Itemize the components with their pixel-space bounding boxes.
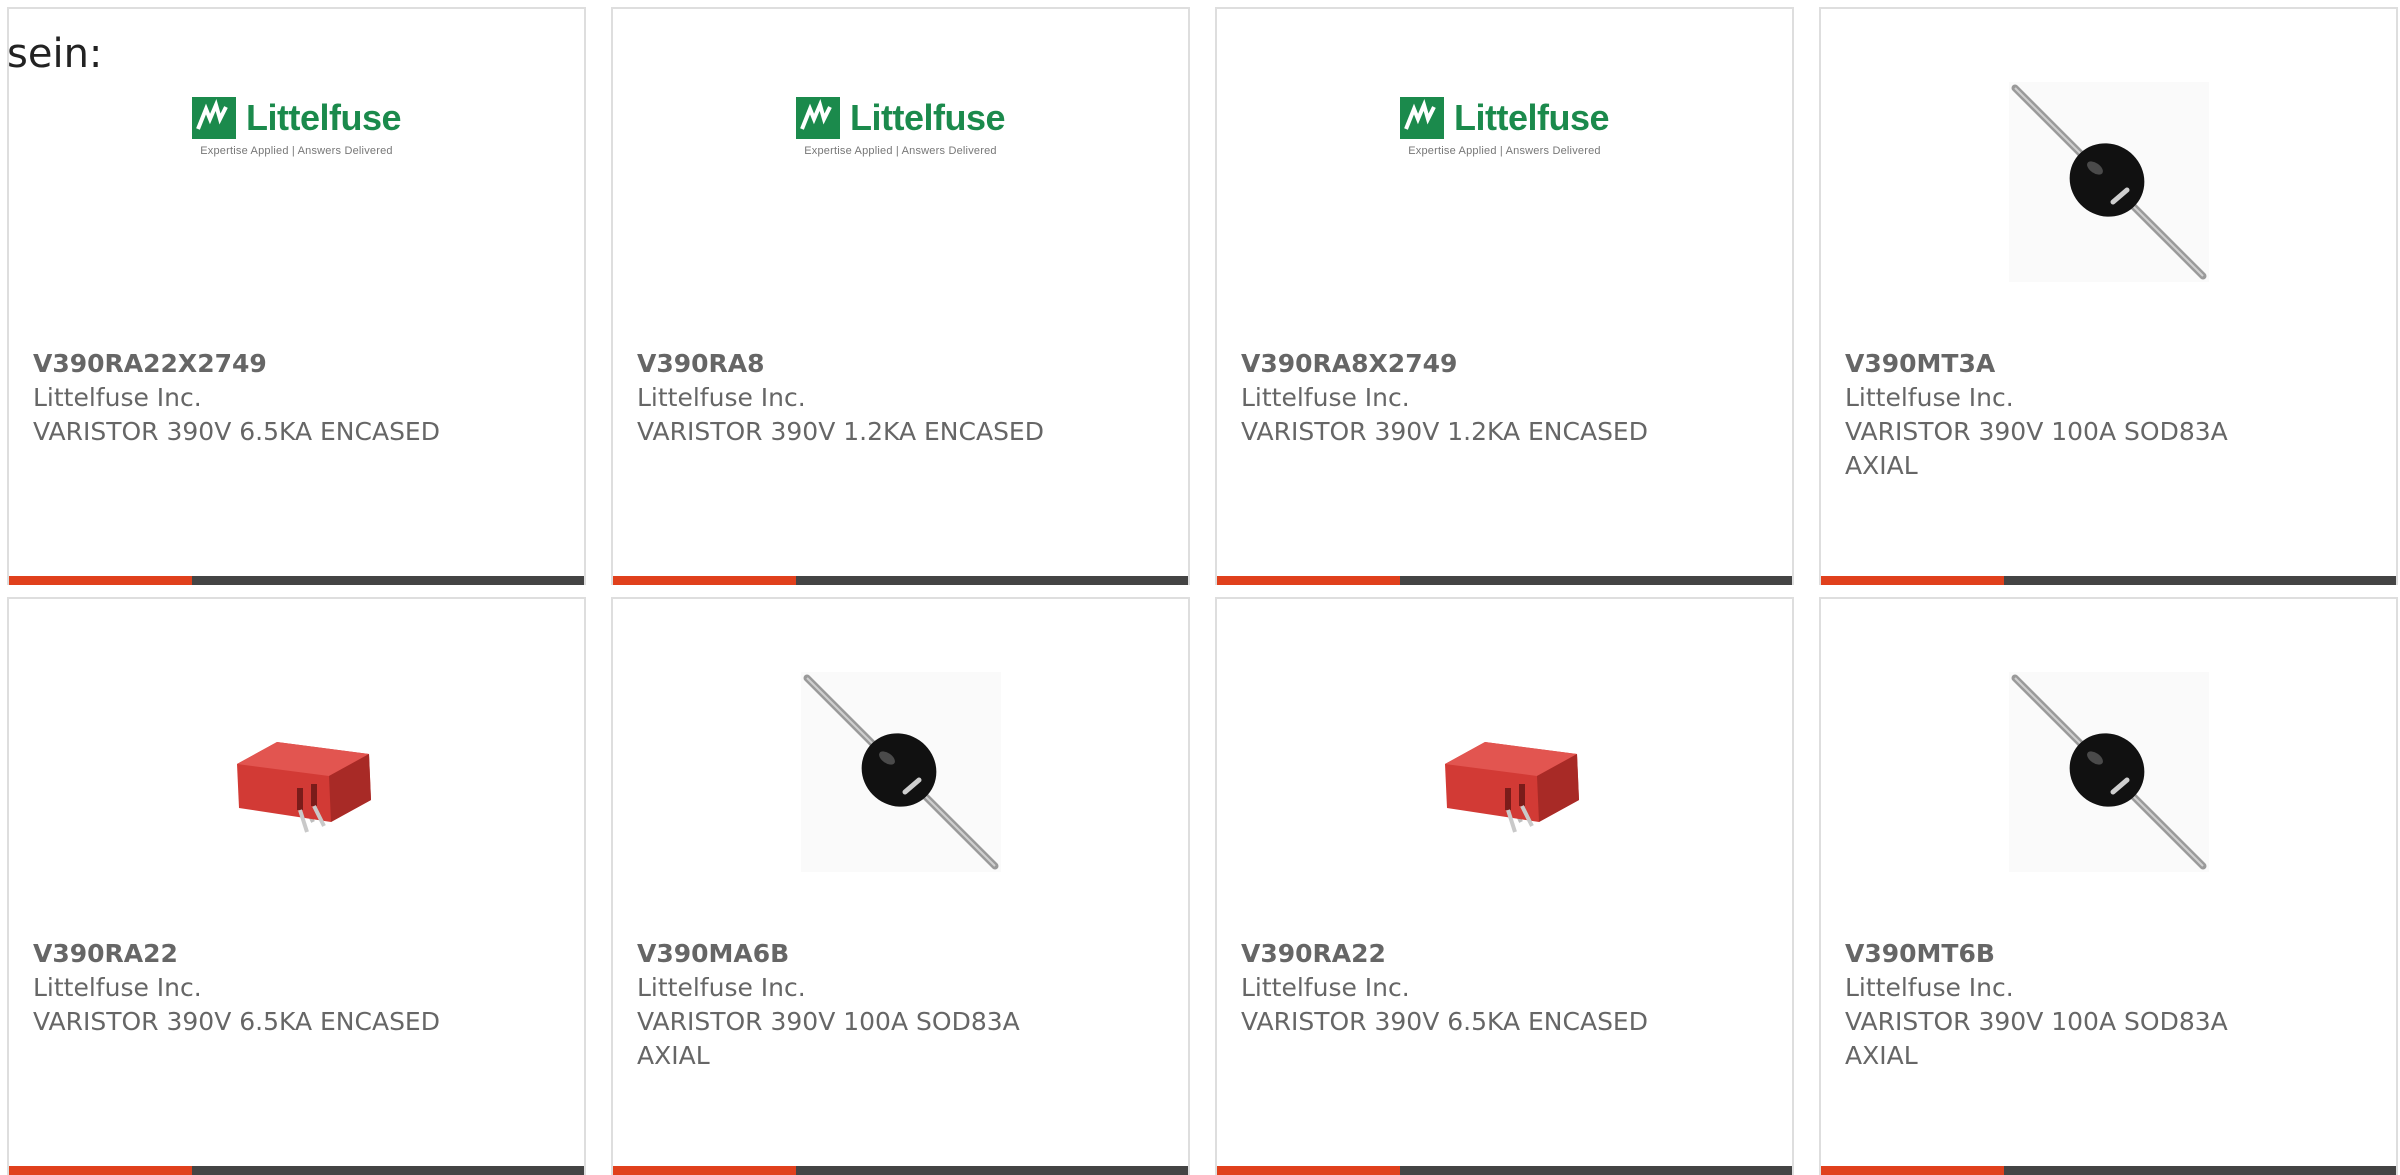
encased-varistor-icon bbox=[236, 741, 371, 833]
manufacturer: Littelfuse Inc. bbox=[1241, 383, 1410, 412]
description: VARISTOR 390V 6.5KA ENCASED bbox=[33, 417, 440, 446]
manufacturer: Littelfuse Inc. bbox=[637, 383, 806, 412]
encased-varistor-photo bbox=[196, 671, 397, 872]
product-card[interactable]: V390RA22 Littelfuse Inc. VARISTOR 390V 6… bbox=[1215, 597, 1794, 1175]
product-image[interactable] bbox=[1821, 669, 2396, 874]
littelfuse-mark-icon bbox=[191, 96, 236, 139]
logo-wordmark: Littelfuse bbox=[1453, 96, 1610, 138]
product-grid: Littelfuse Expertise Applied | Answers D… bbox=[7, 7, 2400, 1175]
part-number[interactable]: V390MA6B bbox=[637, 937, 1164, 971]
product-card[interactable]: Littelfuse Expertise Applied | Answers D… bbox=[1215, 7, 1794, 585]
littelfuse-mark-icon bbox=[1399, 96, 1444, 139]
description: VARISTOR 390V 100A SOD83A AXIAL bbox=[637, 1007, 1020, 1070]
product-card[interactable]: V390MT3A Littelfuse Inc. VARISTOR 390V 1… bbox=[1819, 7, 2398, 585]
axial-varistor-photo bbox=[2008, 81, 2209, 282]
product-card[interactable]: V390MA6B Littelfuse Inc. VARISTOR 390V 1… bbox=[611, 597, 1190, 1175]
card-accent-bar bbox=[9, 576, 584, 585]
part-number[interactable]: V390RA8 bbox=[637, 347, 1164, 381]
littelfuse-logo: Littelfuse Expertise Applied | Answers D… bbox=[795, 96, 1006, 157]
manufacturer: Littelfuse Inc. bbox=[33, 383, 202, 412]
description: VARISTOR 390V 100A SOD83A AXIAL bbox=[1845, 417, 2228, 480]
axial-varistor-icon bbox=[2011, 84, 2206, 279]
description: VARISTOR 390V 6.5KA ENCASED bbox=[33, 1007, 440, 1036]
axial-varistor-photo bbox=[800, 671, 1001, 872]
card-accent-bar bbox=[613, 1166, 1188, 1175]
littelfuse-logo: Littelfuse Expertise Applied | Answers D… bbox=[1399, 96, 1610, 157]
manufacturer: Littelfuse Inc. bbox=[1845, 973, 2014, 1002]
product-image[interactable] bbox=[9, 669, 584, 874]
manufacturer: Littelfuse Inc. bbox=[33, 973, 202, 1002]
description: VARISTOR 390V 1.2KA ENCASED bbox=[637, 417, 1044, 446]
littelfuse-logo: Littelfuse Expertise Applied | Answers D… bbox=[191, 96, 402, 157]
product-card[interactable]: Littelfuse Expertise Applied | Answers D… bbox=[7, 7, 586, 585]
axial-varistor-icon bbox=[2011, 674, 2206, 869]
manufacturer: Littelfuse Inc. bbox=[637, 973, 806, 1002]
part-number[interactable]: V390RA8X2749 bbox=[1241, 347, 1768, 381]
part-number[interactable]: V390RA22X2749 bbox=[33, 347, 560, 381]
product-image[interactable] bbox=[1217, 669, 1792, 874]
logo-wordmark: Littelfuse bbox=[849, 96, 1006, 138]
product-image[interactable] bbox=[613, 669, 1188, 874]
product-card[interactable]: Littelfuse Expertise Applied | Answers D… bbox=[611, 7, 1190, 585]
logo-tagline: Expertise Applied | Answers Delivered bbox=[804, 144, 997, 157]
product-image[interactable]: Littelfuse Expertise Applied | Answers D… bbox=[9, 69, 584, 274]
part-number[interactable]: V390RA22 bbox=[33, 937, 560, 971]
axial-varistor-icon bbox=[803, 674, 998, 869]
card-accent-bar bbox=[1217, 1166, 1792, 1175]
card-accent-bar bbox=[1821, 1166, 2396, 1175]
card-accent-bar bbox=[9, 1166, 584, 1175]
card-accent-bar bbox=[1217, 576, 1792, 585]
encased-varistor-photo bbox=[1404, 671, 1605, 872]
manufacturer: Littelfuse Inc. bbox=[1241, 973, 1410, 1002]
description: VARISTOR 390V 6.5KA ENCASED bbox=[1241, 1007, 1648, 1036]
manufacturer: Littelfuse Inc. bbox=[1845, 383, 2014, 412]
description: VARISTOR 390V 100A SOD83A AXIAL bbox=[1845, 1007, 2228, 1070]
description: VARISTOR 390V 1.2KA ENCASED bbox=[1241, 417, 1648, 446]
product-image[interactable]: Littelfuse Expertise Applied | Answers D… bbox=[613, 69, 1188, 274]
part-number[interactable]: V390MT3A bbox=[1845, 347, 2372, 381]
part-number[interactable]: V390RA22 bbox=[1241, 937, 1768, 971]
logo-tagline: Expertise Applied | Answers Delivered bbox=[200, 144, 393, 157]
part-number[interactable]: V390MT6B bbox=[1845, 937, 2372, 971]
product-image[interactable] bbox=[1821, 79, 2396, 284]
axial-varistor-photo bbox=[2008, 671, 2209, 872]
product-card[interactable]: V390RA22 Littelfuse Inc. VARISTOR 390V 6… bbox=[7, 597, 586, 1175]
logo-tagline: Expertise Applied | Answers Delivered bbox=[1408, 144, 1601, 157]
product-card[interactable]: V390MT6B Littelfuse Inc. VARISTOR 390V 1… bbox=[1819, 597, 2398, 1175]
littelfuse-mark-icon bbox=[795, 96, 840, 139]
logo-wordmark: Littelfuse bbox=[245, 96, 402, 138]
product-image[interactable]: Littelfuse Expertise Applied | Answers D… bbox=[1217, 69, 1792, 274]
encased-varistor-icon bbox=[1444, 741, 1579, 833]
intro-text: sein: bbox=[7, 31, 103, 77]
card-accent-bar bbox=[613, 576, 1188, 585]
card-accent-bar bbox=[1821, 576, 2396, 585]
